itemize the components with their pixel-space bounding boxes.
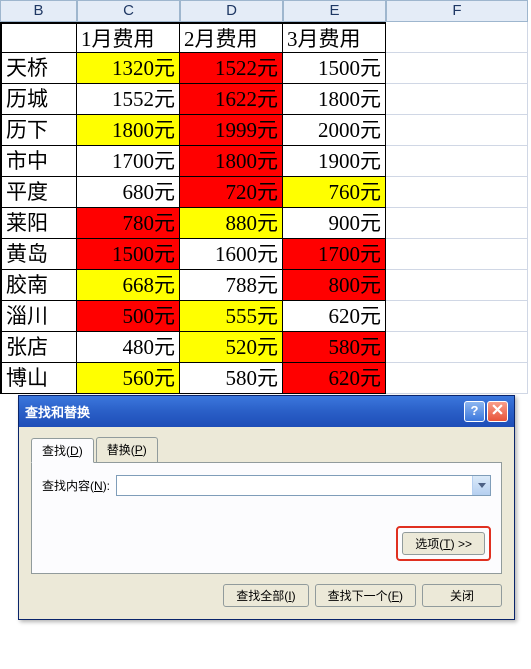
chevron-down-icon [478, 483, 486, 489]
tab-find[interactable]: 查找(D) [31, 438, 94, 463]
data-cell[interactable]: 1800元 [283, 84, 386, 115]
dropdown-button[interactable] [472, 476, 490, 495]
data-cell[interactable]: 620元 [283, 301, 386, 332]
empty-cell[interactable] [386, 332, 528, 363]
row-name-cell[interactable]: 市中 [0, 146, 77, 177]
data-cell[interactable]: 500元 [77, 301, 180, 332]
data-cell[interactable]: 1900元 [283, 146, 386, 177]
data-cell[interactable]: 680元 [77, 177, 180, 208]
data-cell[interactable]: 1800元 [180, 146, 283, 177]
empty-cell[interactable] [386, 177, 528, 208]
find-label: 查找内容(N): [42, 477, 110, 494]
data-cell[interactable]: 1999元 [180, 115, 283, 146]
data-cell[interactable]: 1500元 [77, 239, 180, 270]
table-header-cell[interactable]: 3月费用 [283, 22, 386, 53]
empty-cell[interactable] [386, 270, 528, 301]
data-cell[interactable]: 555元 [180, 301, 283, 332]
empty-cell[interactable] [386, 53, 528, 84]
table-header-cell[interactable]: 2月费用 [180, 22, 283, 53]
empty-cell[interactable] [386, 146, 528, 177]
empty-cell[interactable] [386, 208, 528, 239]
data-cell[interactable]: 580元 [283, 332, 386, 363]
options-highlight: 选项(T) >> [396, 526, 491, 561]
find-combo[interactable] [116, 475, 491, 496]
data-cell[interactable]: 1500元 [283, 53, 386, 84]
data-cell[interactable]: 580元 [180, 363, 283, 394]
data-cell[interactable]: 620元 [283, 363, 386, 394]
close-x-button[interactable] [487, 401, 508, 422]
options-button[interactable]: 选项(T) >> [402, 532, 485, 555]
find-replace-dialog: 查找和替换 ? 查找(D) 替换(P) 查找内容(N): [18, 395, 515, 620]
empty-cell[interactable] [386, 363, 528, 394]
data-cell[interactable]: 1522元 [180, 53, 283, 84]
tab-replace[interactable]: 替换(P) [96, 437, 158, 462]
table-header-cell[interactable]: 1月费用 [77, 22, 180, 53]
data-cell[interactable]: 560元 [77, 363, 180, 394]
row-name-cell[interactable]: 天桥 [0, 53, 77, 84]
close-button[interactable]: 关闭 [422, 584, 502, 607]
row-name-cell[interactable]: 莱阳 [0, 208, 77, 239]
data-cell[interactable]: 800元 [283, 270, 386, 301]
find-next-button[interactable]: 查找下一个(F) [315, 584, 416, 607]
data-cell[interactable]: 900元 [283, 208, 386, 239]
data-cell[interactable]: 760元 [283, 177, 386, 208]
dialog-title: 查找和替换 [25, 402, 90, 421]
find-all-button[interactable]: 查找全部(I) [223, 584, 308, 607]
data-cell[interactable]: 1622元 [180, 84, 283, 115]
empty-cell[interactable] [386, 22, 528, 53]
data-cell[interactable]: 668元 [77, 270, 180, 301]
data-cell[interactable]: 480元 [77, 332, 180, 363]
table-header-cell[interactable] [0, 22, 77, 53]
tab-panel: 查找内容(N): 选项(T) >> [31, 463, 502, 574]
empty-cell[interactable] [386, 239, 528, 270]
data-cell[interactable]: 1700元 [283, 239, 386, 270]
row-name-cell[interactable]: 张店 [0, 332, 77, 363]
column-header[interactable]: E [283, 0, 386, 22]
data-cell[interactable]: 1552元 [77, 84, 180, 115]
row-name-cell[interactable]: 历城 [0, 84, 77, 115]
row-name-cell[interactable]: 淄川 [0, 301, 77, 332]
row-name-cell[interactable]: 平度 [0, 177, 77, 208]
data-cell[interactable]: 1700元 [77, 146, 180, 177]
data-cell[interactable]: 2000元 [283, 115, 386, 146]
column-header[interactable]: C [77, 0, 180, 22]
row-name-cell[interactable]: 历下 [0, 115, 77, 146]
dialog-titlebar[interactable]: 查找和替换 ? [19, 396, 514, 427]
spreadsheet: BCDEF1月费用2月费用3月费用天桥1320元1522元1500元历城1552… [0, 0, 531, 394]
column-header[interactable]: F [386, 0, 528, 22]
column-header[interactable]: B [0, 0, 77, 22]
empty-cell[interactable] [386, 301, 528, 332]
data-cell[interactable]: 780元 [77, 208, 180, 239]
tab-bar: 查找(D) 替换(P) [31, 437, 502, 463]
data-cell[interactable]: 520元 [180, 332, 283, 363]
data-cell[interactable]: 1320元 [77, 53, 180, 84]
data-cell[interactable]: 1600元 [180, 239, 283, 270]
data-cell[interactable]: 1800元 [77, 115, 180, 146]
help-button[interactable]: ? [464, 401, 485, 422]
empty-cell[interactable] [386, 115, 528, 146]
row-name-cell[interactable]: 黄岛 [0, 239, 77, 270]
row-name-cell[interactable]: 胶南 [0, 270, 77, 301]
find-input[interactable] [117, 476, 472, 495]
data-cell[interactable]: 880元 [180, 208, 283, 239]
data-cell[interactable]: 788元 [180, 270, 283, 301]
data-cell[interactable]: 720元 [180, 177, 283, 208]
row-name-cell[interactable]: 博山 [0, 363, 77, 394]
column-header[interactable]: D [180, 0, 283, 22]
empty-cell[interactable] [386, 84, 528, 115]
